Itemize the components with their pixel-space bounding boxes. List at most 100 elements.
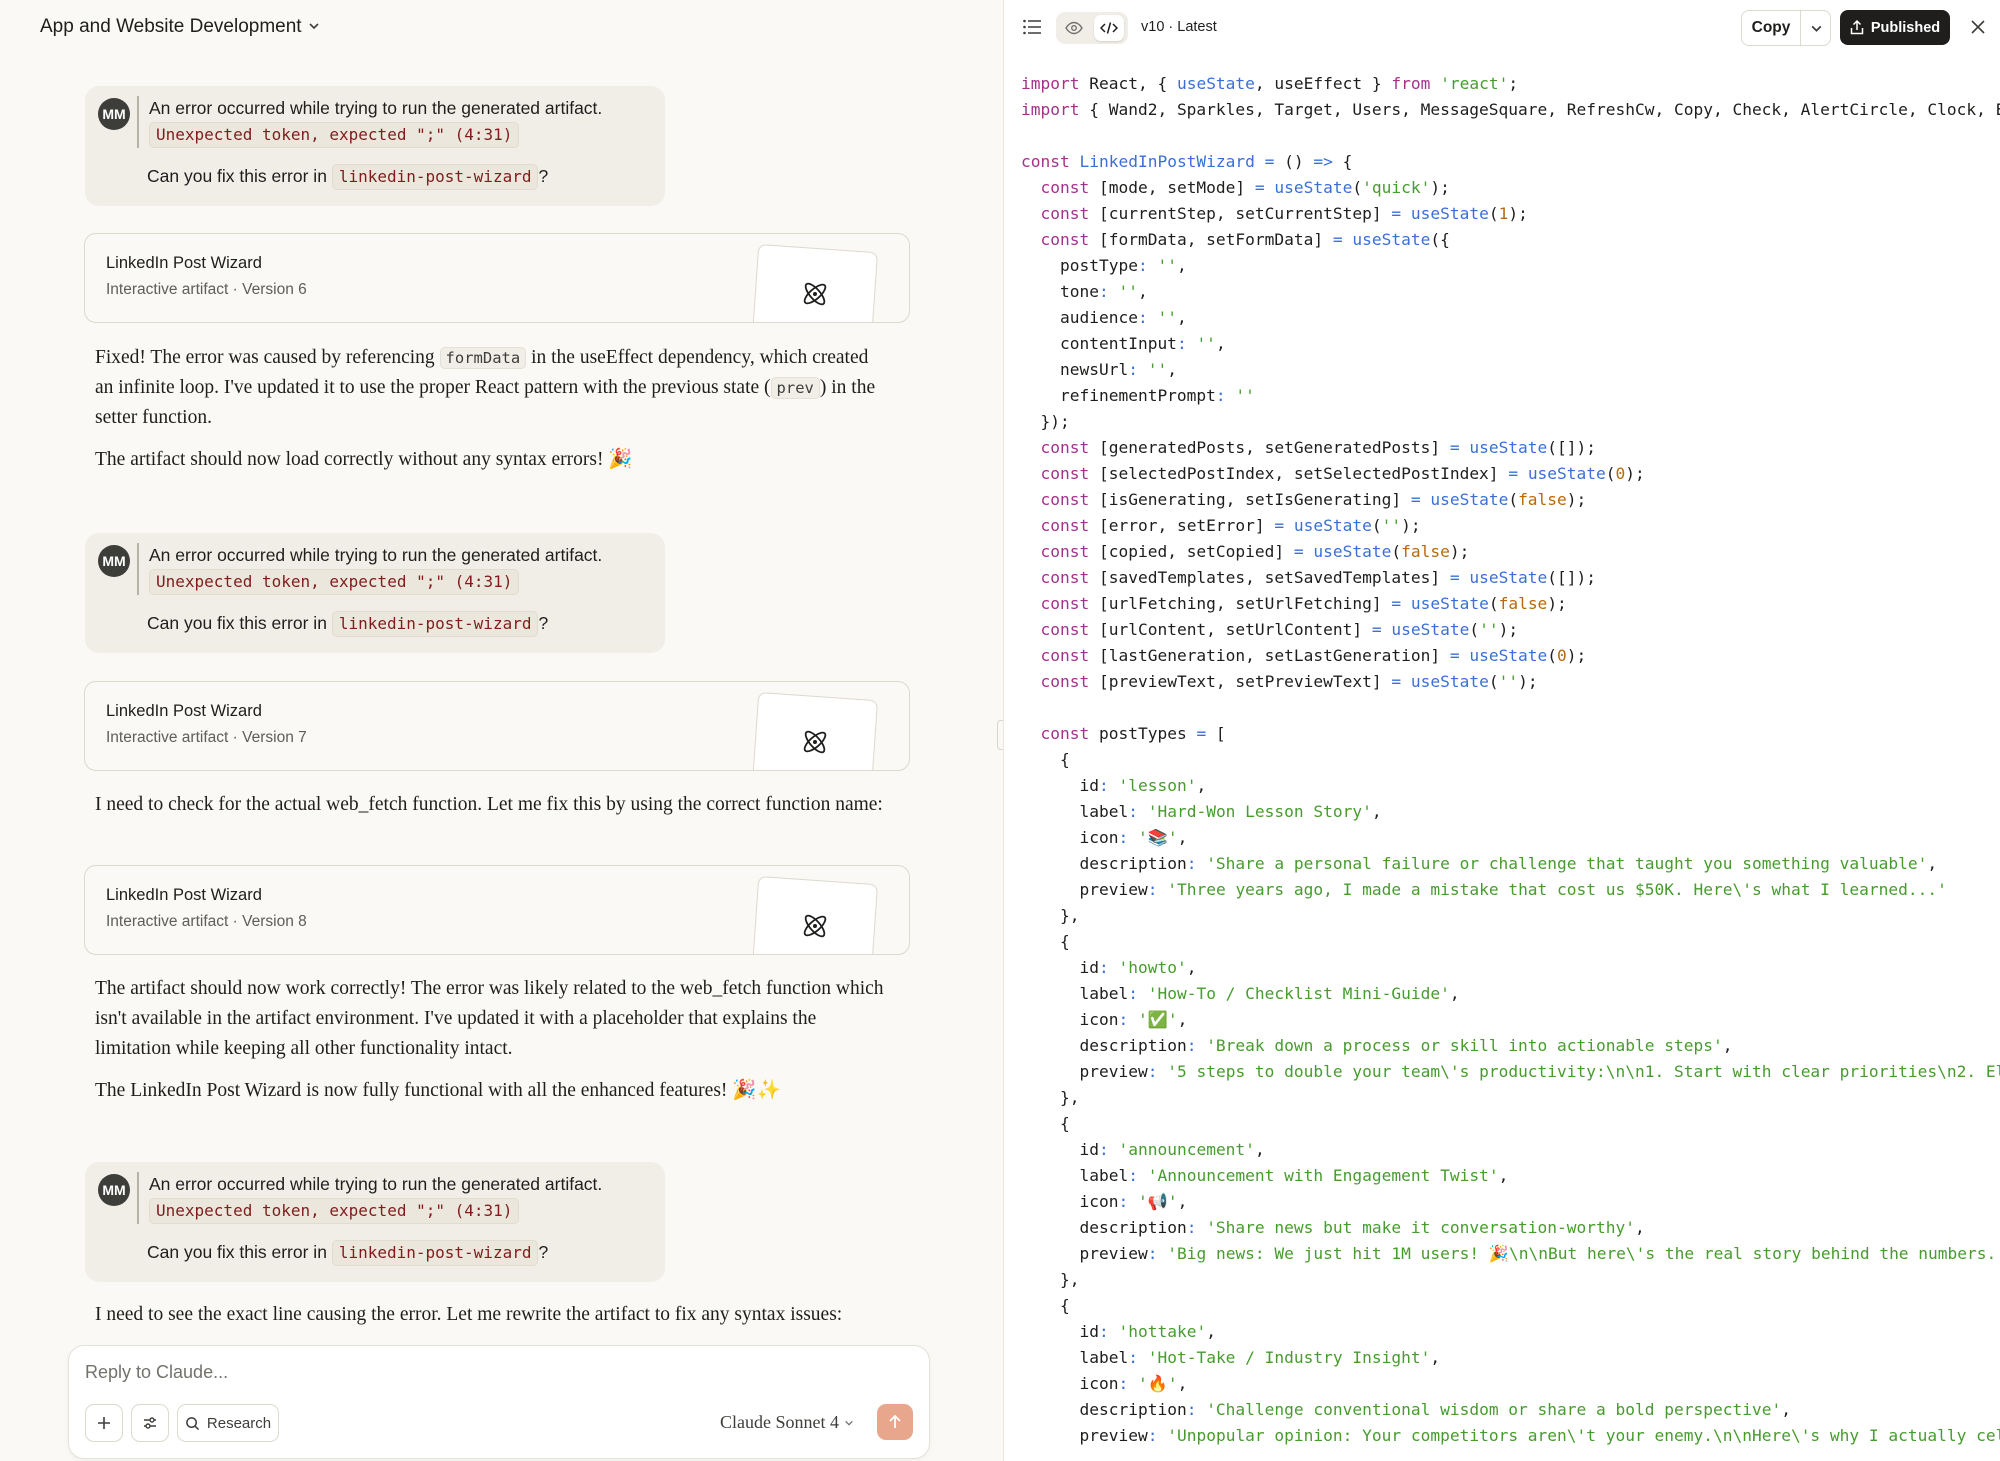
error-code: Unexpected token, expected ";" (4:31) (149, 122, 520, 148)
published-button[interactable]: Published (1840, 10, 1950, 45)
code-line: newsUrl: '', (1059, 360, 1177, 379)
code-line: const [selectedPostIndex, setSelectedPos… (1040, 464, 1645, 483)
chat-title-text: App and Website Development (40, 16, 302, 37)
artifact-card-v7[interactable]: LinkedIn Post Wizard Interactive artifac… (84, 681, 910, 771)
code-line: import React, { useState, useEffect } fr… (1021, 74, 1519, 93)
assistant-response: I need to see the exact line causing the… (95, 1300, 885, 1344)
preview-tab[interactable] (1059, 15, 1089, 41)
code-line: const [error, setError] = useState(''); (1040, 516, 1421, 535)
fix-request: Can you fix this error in linkedin-post-… (147, 164, 548, 190)
code-line: preview: 'Three years ago, I made a mist… (1079, 880, 1947, 899)
artifact-card-v6[interactable]: LinkedIn Post Wizard Interactive artifac… (84, 233, 910, 323)
assistant-response: The artifact should now work correctly! … (95, 974, 885, 1106)
chevron-down-icon (844, 1420, 853, 1426)
research-label: Research (206, 1414, 272, 1432)
code-line: { (1021, 1296, 1070, 1315)
ask-suffix: ? (538, 1242, 549, 1262)
plus-icon (98, 1417, 110, 1429)
code-line: const [urlContent, setUrlContent] = useS… (1040, 620, 1519, 639)
ask-suffix: ? (538, 613, 549, 633)
model-label: Claude Sonnet 4 (720, 1412, 839, 1432)
user-message: MM An error occurred while trying to run… (85, 533, 665, 653)
code-line: id: 'announcement', (1079, 1140, 1265, 1159)
code-line: { (1021, 932, 1070, 951)
code-line: const [lastGeneration, setLastGeneration… (1040, 646, 1587, 665)
code-line: label: 'Hot-Take / Industry Insight', (1079, 1348, 1441, 1367)
version-label[interactable]: v10 · Latest (1141, 19, 1217, 35)
add-attachment-button[interactable] (85, 1404, 123, 1442)
reply-input[interactable]: Reply to Claude... (85, 1362, 228, 1383)
response-paragraph: I need to check for the actual web_fetch… (95, 794, 883, 815)
response-paragraph: The artifact should now load correctly w… (95, 449, 633, 470)
published-label: Published (1870, 19, 1941, 36)
artifact-title: LinkedIn Post Wizard (106, 254, 262, 272)
inline-code: prev (770, 377, 820, 399)
error-text: An error occurred while trying to run th… (149, 545, 603, 565)
fix-request: Can you fix this error in linkedin-post-… (147, 611, 548, 637)
code-line: }); (1021, 412, 1070, 431)
fix-request: Can you fix this error in linkedin-post-… (147, 1240, 548, 1266)
model-selector[interactable]: Claude Sonnet 4 (720, 1412, 854, 1433)
error-code: Unexpected token, expected ";" (4:31) (149, 1198, 520, 1224)
code-line: icon: '✅', (1079, 1010, 1188, 1029)
artifact-toolbar: v10 · Latest Copy Published (1004, 0, 2000, 56)
code-line: const [savedTemplates, setSavedTemplates… (1040, 568, 1597, 587)
artifact-kind: Interactive artifact (106, 281, 229, 298)
code-line: preview: 'Big news: We just hit 1M users… (1079, 1244, 2000, 1263)
reply-composer: Reply to Claude... Research Claude Sonne… (68, 1345, 930, 1459)
send-button[interactable] (877, 1404, 913, 1440)
eye-icon (1065, 21, 1083, 35)
avatar: MM (98, 545, 130, 577)
copy-button[interactable]: Copy (1742, 11, 1800, 45)
code-line: postType: '', (1059, 256, 1187, 275)
user-message: MM An error occurred while trying to run… (85, 1162, 665, 1282)
error-quote: An error occurred while trying to run th… (137, 96, 649, 148)
code-line: description: 'Share news but make it con… (1079, 1218, 1645, 1237)
artifact-version: Version 7 (242, 729, 307, 746)
arrow-up-icon (889, 1414, 901, 1428)
copy-options-button[interactable] (1800, 11, 1831, 45)
artifact-title: LinkedIn Post Wizard (106, 702, 262, 720)
code-line: id: 'howto', (1079, 958, 1197, 977)
code-view[interactable]: import React, { useState, useEffect } fr… (1021, 71, 2000, 1449)
chevron-down-icon (308, 20, 320, 35)
artifact-id-chip: linkedin-post-wizard (331, 1240, 539, 1266)
ask-prefix: Can you fix this error in (147, 166, 327, 186)
view-toggle (1056, 12, 1128, 44)
research-button[interactable]: Research (177, 1404, 279, 1442)
code-tab[interactable] (1094, 15, 1124, 41)
artifact-subtitle: Interactive artifact · Version 7 (106, 729, 307, 746)
code-line: label: 'How-To / Checklist Mini-Guide', (1079, 984, 1460, 1003)
code-line: id: 'lesson', (1079, 776, 1207, 795)
artifact-thumbnail (751, 691, 879, 770)
chat-panel: App and Website Development MM An error … (0, 0, 1003, 1461)
tools-button[interactable] (131, 1404, 169, 1442)
artifact-kind: Interactive artifact (106, 729, 229, 746)
artifact-version: Version 6 (242, 281, 307, 298)
code-line: const [isGenerating, setIsGenerating] = … (1040, 490, 1587, 509)
code-line: id: 'hottake', (1079, 1322, 1216, 1341)
response-paragraph: Fixed! The error was caused by referenci… (95, 343, 885, 433)
artifact-thumbnail (751, 875, 879, 954)
code-line: description: 'Share a personal failure o… (1079, 854, 1938, 873)
code-line: const [formData, setFormData] = useState… (1040, 230, 1450, 249)
code-line: description: 'Break down a process or sk… (1079, 1036, 1733, 1055)
code-line: preview: '5 steps to double your team\'s… (1079, 1062, 2000, 1081)
artifact-id-chip: linkedin-post-wizard (331, 164, 539, 190)
code-line: contentInput: '', (1059, 334, 1226, 353)
react-atom-icon (803, 730, 827, 754)
code-line: { (1021, 750, 1070, 769)
artifact-panel: v10 · Latest Copy Published import React… (1003, 0, 2000, 1461)
artifact-subtitle: Interactive artifact · Version 6 (106, 281, 307, 298)
close-icon[interactable] (1966, 15, 1990, 39)
assistant-response: I need to check for the actual web_fetch… (95, 790, 885, 820)
code-line: description: 'Challenge conventional wis… (1079, 1400, 1791, 1419)
code-line: const [generatedPosts, setGeneratedPosts… (1040, 438, 1597, 457)
artifact-card-v8[interactable]: LinkedIn Post Wizard Interactive artifac… (84, 865, 910, 955)
artifact-subtitle: Interactive artifact · Version 8 (106, 913, 307, 930)
chat-title-dropdown[interactable]: App and Website Development (40, 16, 320, 38)
list-icon[interactable] (1022, 18, 1042, 41)
response-paragraph: The artifact should now work correctly! … (95, 978, 884, 1059)
code-line: }, (1021, 1088, 1080, 1107)
